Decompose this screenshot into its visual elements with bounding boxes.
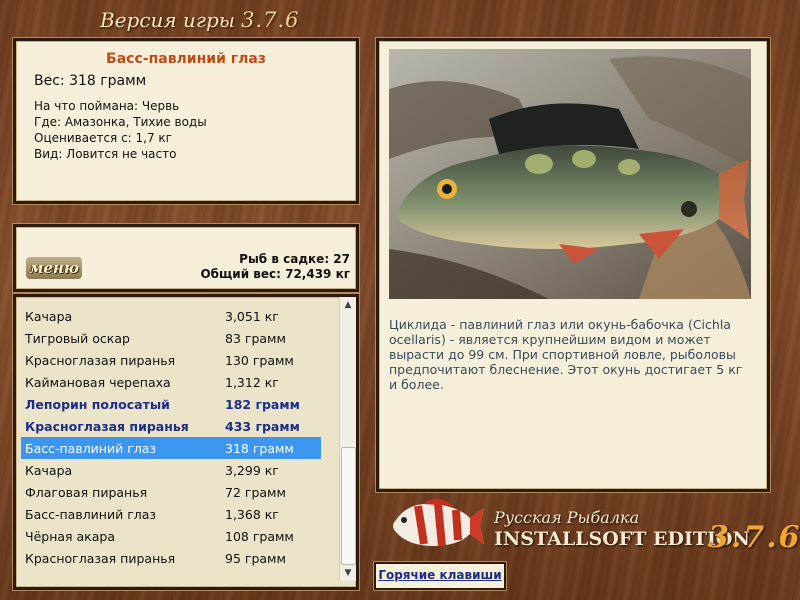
catch-list-item[interactable]: Басс-павлиний глаз 318 грамм	[21, 437, 321, 459]
catch-list-item[interactable]: Басс-павлиний глаз 1,368 кг	[21, 503, 321, 525]
fish-count: Рыб в садке: 27	[239, 252, 350, 266]
fish-description: Циклида - павлиний глаз или окунь-бабочк…	[389, 317, 743, 392]
catch-fish-weight: 130 грамм	[225, 353, 294, 368]
catch-fish-weight: 1,368 кг	[225, 507, 279, 522]
version-number: 3.7.6	[241, 8, 300, 32]
brand-game-title: Русская Рыбалка	[494, 508, 640, 527]
bait-line: На что поймана: Червь	[34, 99, 180, 113]
catch-fish-name: Басс-павлиний глаз	[25, 441, 157, 456]
keepnet-stats-panel: меню Рыб в садке: 27 Общий вес: 72,439 к…	[13, 224, 359, 292]
catch-list-item[interactable]: Красноглазая пиранья 130 грамм	[21, 349, 321, 371]
catch-list-item[interactable]: Тигровый оскар 83 грамм	[21, 327, 321, 349]
brand-version: 3.7.6	[708, 520, 800, 555]
catch-fish-name: Лепорин полосатый	[25, 397, 170, 412]
catch-fish-name: Качара	[25, 463, 73, 478]
catch-fish-weight: 108 грамм	[225, 529, 294, 544]
fish-photo-panel: Циклида - павлиний глаз или окунь-бабочк…	[376, 38, 770, 492]
scroll-down-arrow-icon[interactable]: ▼	[340, 565, 356, 581]
version-title-label: Версия игры	[100, 8, 236, 32]
menu-button[interactable]: меню	[26, 257, 82, 279]
catch-fish-name: Флаговая пиранья	[25, 485, 148, 500]
catch-list-item[interactable]: Лепорин полосатый 182 грамм	[21, 393, 321, 415]
catch-fish-name: Красноглазая пиранья	[25, 551, 176, 566]
catch-fish-name: Качара	[25, 309, 73, 324]
catch-fish-weight: 95 грамм	[225, 551, 286, 566]
catch-fish-name: Красноглазая пиранья	[25, 353, 176, 368]
location-line: Где: Амазонка, Тихие воды	[34, 115, 207, 129]
catch-list-item[interactable]: Красноглазая пиранья 433 грамм	[21, 415, 321, 437]
game-version-title: Версия игры 3.7.6	[100, 8, 300, 36]
catch-fish-weight: 72 грамм	[225, 485, 286, 500]
catch-fish-name: Чёрная акара	[25, 529, 115, 544]
value-line: Оценивается с: 1,7 кг	[34, 131, 172, 145]
catch-fish-weight: 433 грамм	[225, 419, 300, 434]
scrollbar-thumb[interactable]	[341, 447, 356, 565]
rarity-line: Вид: Ловится не часто	[34, 147, 177, 161]
fish-weight: Вес: 318 грамм	[34, 73, 147, 89]
list-scrollbar[interactable]: ▲ ▼	[339, 297, 356, 581]
catch-list-item[interactable]: Красноглазая пиранья 95 грамм	[21, 547, 321, 569]
catch-list-item[interactable]: Качара 3,051 кг	[21, 305, 321, 327]
total-weight: Общий вес: 72,439 кг	[200, 267, 350, 281]
catch-list-item[interactable]: Качара 3,299 кг	[21, 459, 321, 481]
catch-fish-weight: 318 грамм	[225, 441, 294, 456]
catch-fish-weight: 3,051 кг	[225, 309, 279, 324]
catch-fish-weight: 83 грамм	[225, 331, 286, 346]
fish-name: Басс-павлиний глаз	[106, 51, 266, 67]
catch-list-item[interactable]: Флаговая пиранья 72 грамм	[21, 481, 321, 503]
catch-list-item[interactable]: Чёрная акара 108 грамм	[21, 525, 321, 547]
catch-fish-weight: 3,299 кг	[225, 463, 279, 478]
catch-fish-name: Красноглазая пиранья	[25, 419, 189, 434]
hotkeys-button[interactable]: Горячие клавиши	[374, 562, 506, 590]
brand-fish-logo-icon	[388, 492, 488, 556]
catch-list: Качара 3,051 кг Тигровый оскар 83 грамм Крас…	[13, 294, 359, 590]
fish-photo	[389, 49, 751, 299]
catch-list-item[interactable]: Каймановая черепаха 1,312 кг	[21, 371, 321, 393]
catch-fish-name: Тигровый оскар	[25, 331, 130, 346]
fish-info-panel: Басс-павлиний глаз Вес: 318 грамм На что…	[13, 38, 359, 204]
catch-fish-name: Басс-павлиний глаз	[25, 507, 157, 522]
catch-fish-weight: 1,312 кг	[225, 375, 279, 390]
catch-fish-name: Каймановая черепаха	[25, 375, 171, 390]
scroll-up-arrow-icon[interactable]: ▲	[340, 297, 356, 313]
catch-fish-weight: 182 грамм	[225, 397, 300, 412]
